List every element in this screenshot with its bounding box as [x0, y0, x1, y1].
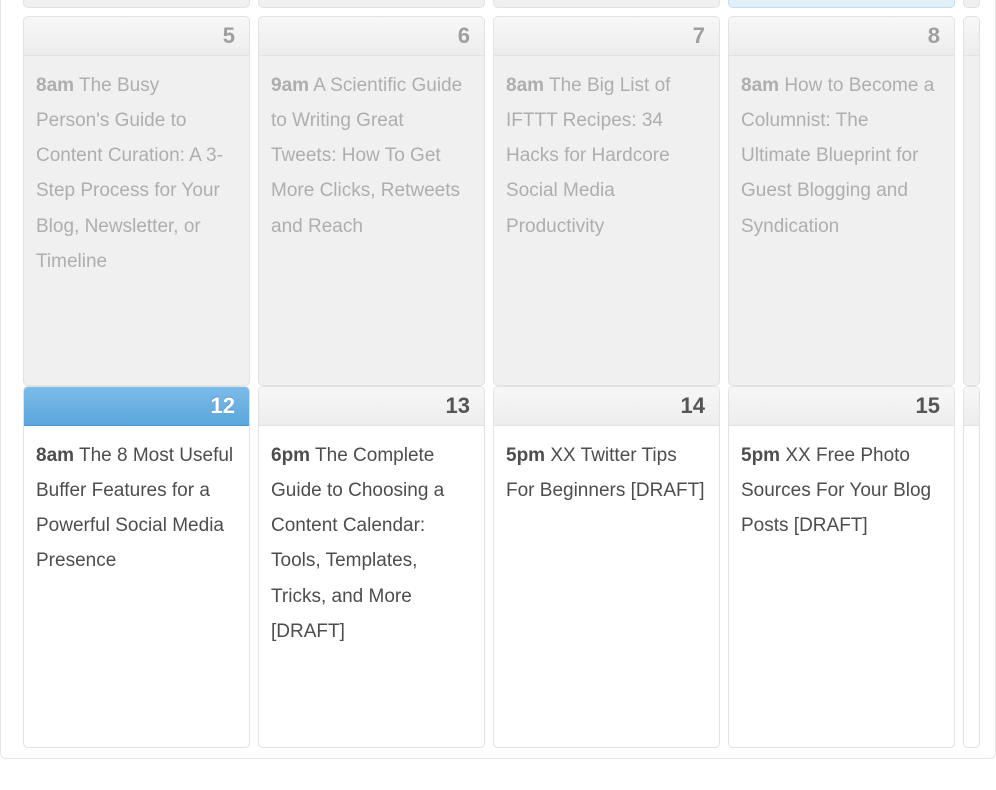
day-number: 6	[458, 23, 470, 49]
event-title: The Busy Person's Guide to Content Curat…	[36, 75, 223, 272]
calendar-cell[interactable]: 15 5pm XX Free Photo Sources For Your Bl…	[728, 386, 955, 748]
calendar-cell[interactable]: 14 5pm XX Twitter Tips For Beginners [DR…	[493, 386, 720, 748]
calendar-event[interactable]: 5pm XX Free Photo Sources For Your Blog …	[741, 438, 942, 543]
day-body: 8am The Big List of IFTTT Recipes: 34 Ha…	[494, 56, 719, 254]
event-title: How to Become a Columnist: The Ultimate …	[741, 75, 934, 237]
calendar-event[interactable]: 8am The Big List of IFTTT Recipes: 34 Ha…	[506, 68, 707, 244]
event-time: 8am	[36, 75, 74, 96]
calendar-cell[interactable]	[963, 386, 980, 748]
calendar-cell-prev[interactable]	[493, 0, 720, 8]
calendar-cell[interactable]	[963, 16, 980, 386]
day-body: 8am How to Become a Columnist: The Ultim…	[729, 56, 954, 254]
day-header: 6	[259, 17, 484, 56]
day-body: 6pm The Complete Guide to Choosing a Con…	[259, 426, 484, 659]
calendar-event[interactable]: 5pm XX Twitter Tips For Beginners [DRAFT…	[506, 438, 707, 508]
day-body: 8am The Busy Person's Guide to Content C…	[24, 56, 249, 289]
event-time: 5pm	[506, 445, 545, 466]
calendar-cell[interactable]: 6 9am A Scientific Guide to Writing Grea…	[258, 16, 485, 386]
calendar-cell-prev[interactable]	[258, 0, 485, 8]
day-body: 9am A Scientific Guide to Writing Great …	[259, 56, 484, 254]
calendar-cell-prev[interactable]	[23, 0, 250, 8]
calendar-event[interactable]: 8am How to Become a Columnist: The Ultim…	[741, 68, 942, 244]
event-time: 9am	[271, 75, 309, 96]
day-header	[964, 17, 980, 56]
calendar-row-prev	[23, 0, 987, 8]
day-number: 12	[211, 393, 235, 419]
event-title: The Complete Guide to Choosing a Content…	[271, 445, 444, 642]
calendar-cell[interactable]: 8 8am How to Become a Columnist: The Ult…	[728, 16, 955, 386]
day-header	[964, 387, 980, 426]
day-body: 8am The 8 Most Useful Buffer Features fo…	[24, 426, 249, 589]
calendar-row: 12 8am The 8 Most Useful Buffer Features…	[23, 386, 987, 748]
calendar-cell[interactable]: 5 8am The Busy Person's Guide to Content…	[23, 16, 250, 386]
event-title: A Scientific Guide to Writing Great Twee…	[271, 75, 462, 237]
day-header: 15	[729, 387, 954, 426]
event-time: 6pm	[271, 445, 310, 466]
calendar-event[interactable]: 8am The 8 Most Useful Buffer Features fo…	[36, 438, 237, 579]
day-header: 13	[259, 387, 484, 426]
day-header: 5	[24, 17, 249, 56]
day-body: 5pm XX Twitter Tips For Beginners [DRAFT…	[494, 426, 719, 518]
day-header: 8	[729, 17, 954, 56]
calendar-cell[interactable]: 7 8am The Big List of IFTTT Recipes: 34 …	[493, 16, 720, 386]
day-header: 7	[494, 17, 719, 56]
calendar-event[interactable]: 8am The Busy Person's Guide to Content C…	[36, 68, 237, 279]
day-number: 8	[928, 23, 940, 49]
day-body: 5pm XX Free Photo Sources For Your Blog …	[729, 426, 954, 553]
calendar-row: 5 8am The Busy Person's Guide to Content…	[23, 16, 987, 386]
day-number: 5	[223, 23, 235, 49]
day-number: 15	[916, 393, 940, 419]
day-header-today: 12	[24, 387, 249, 426]
calendar-event[interactable]: 6pm The Complete Guide to Choosing a Con…	[271, 438, 472, 649]
event-time: 8am	[741, 75, 779, 96]
event-time: 8am	[36, 445, 74, 466]
day-number: 13	[446, 393, 470, 419]
calendar-cell[interactable]: 13 6pm The Complete Guide to Choosing a …	[258, 386, 485, 748]
day-number: 14	[681, 393, 705, 419]
calendar-event[interactable]: 9am A Scientific Guide to Writing Great …	[271, 68, 472, 244]
event-title: The Big List of IFTTT Recipes: 34 Hacks …	[506, 75, 670, 237]
calendar-cell-today[interactable]: 12 8am The 8 Most Useful Buffer Features…	[23, 386, 250, 748]
event-time: 8am	[506, 75, 544, 96]
day-header: 14	[494, 387, 719, 426]
content-calendar: 5 8am The Busy Person's Guide to Content…	[0, 0, 996, 759]
day-number: 7	[693, 23, 705, 49]
event-time: 5pm	[741, 445, 780, 466]
calendar-cell-prev[interactable]	[728, 0, 955, 8]
calendar-cell-prev[interactable]	[963, 0, 980, 8]
